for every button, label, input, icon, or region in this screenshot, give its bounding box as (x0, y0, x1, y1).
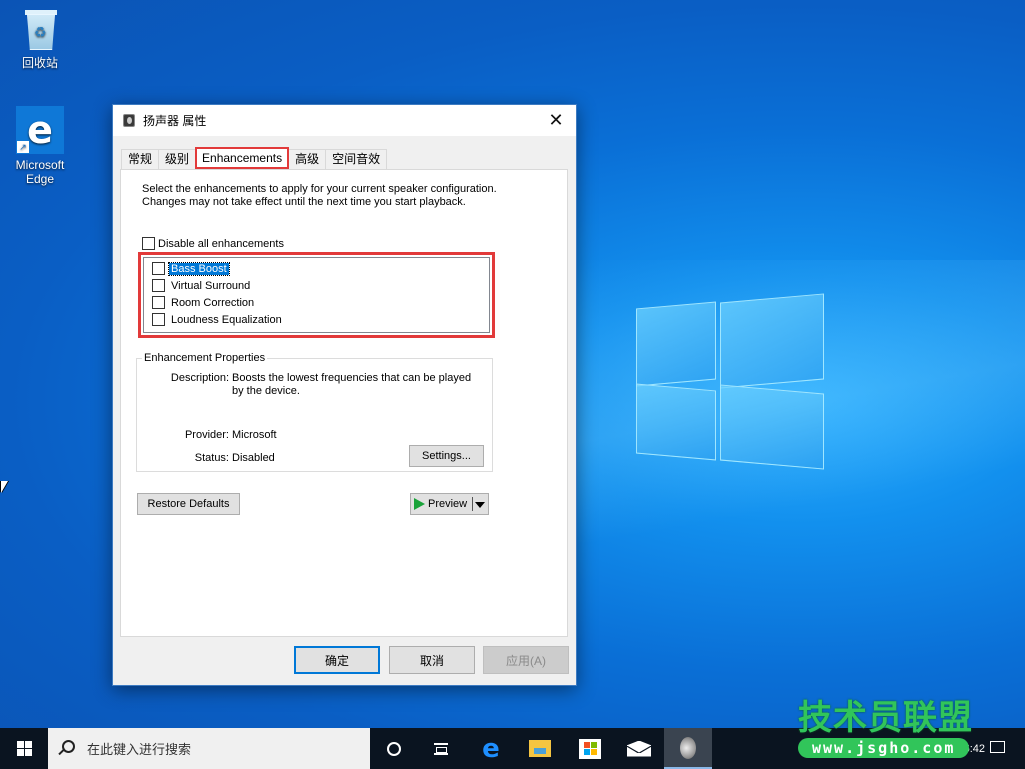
tab-advanced[interactable]: 高级 (288, 149, 327, 169)
mail-icon (627, 740, 651, 757)
disable-all-label: Disable all enhancements (158, 237, 284, 250)
status-label: Status: (194, 452, 229, 464)
speaker-properties-taskbar-button[interactable] (664, 728, 712, 769)
list-item-label: Bass Boost (168, 261, 230, 276)
provider-row: Provider: Microsoft (137, 429, 477, 442)
speaker-icon (123, 114, 135, 127)
task-view-icon (434, 742, 448, 755)
description-value: Boosts the lowest frequencies that can b… (232, 372, 472, 397)
list-item-bass-boost[interactable]: Bass Boost (152, 261, 230, 276)
mouse-cursor-icon (1, 481, 8, 493)
logo-pane (720, 384, 824, 470)
logo-pane (636, 301, 716, 387)
dialog-title: 扬声器 属性 (143, 114, 207, 128)
disable-all-checkbox[interactable] (142, 237, 155, 250)
taskbar-edge-button[interactable]: e (467, 728, 515, 769)
logo-pane (636, 383, 716, 461)
search-icon (62, 740, 75, 753)
settings-button[interactable]: Settings... (409, 445, 484, 467)
desktop-icon-edge[interactable]: e ↗ Microsoft Edge (5, 106, 75, 186)
store-icon (579, 738, 601, 759)
watermark-url: www.jsgho.com (798, 738, 970, 758)
provider-label: Provider: (184, 429, 229, 441)
enhancements-list[interactable]: Bass Boost Virtual Surround Room Correct… (143, 257, 490, 333)
cortana-button[interactable] (370, 728, 418, 769)
desktop-icon-recycle-bin[interactable]: ♻ 回收站 (5, 8, 75, 71)
preview-label: Preview (428, 498, 468, 510)
list-item-label: Loudness Equalization (171, 313, 282, 326)
provider-value: Microsoft (232, 429, 277, 441)
apply-button: 应用(A) (483, 646, 569, 674)
desktop-icon-label: 回收站 (21, 56, 58, 70)
task-view-button[interactable] (417, 728, 465, 769)
enhancements-highlight-box: Bass Boost Virtual Surround Room Correct… (138, 252, 495, 338)
close-button[interactable]: ✕ (536, 105, 576, 136)
room-correction-checkbox[interactable] (152, 296, 165, 309)
group-title: Enhancement Properties (142, 352, 268, 364)
folder-icon (529, 740, 551, 757)
intro-text: Select the enhancements to apply for you… (142, 183, 497, 208)
file-explorer-button[interactable] (516, 728, 564, 769)
enhancements-pane: Select the enhancements to apply for you… (120, 169, 568, 637)
disable-all-row[interactable]: Disable all enhancements (142, 237, 284, 250)
start-button[interactable] (0, 728, 48, 769)
description-row: Description: Boosts the lowest frequenci… (137, 372, 477, 398)
watermark-title: 技术员联盟 (798, 699, 973, 737)
search-box[interactable]: 在此键入进行搜索 (48, 728, 370, 769)
ok-button[interactable]: 确定 (294, 646, 380, 674)
dropdown-arrow-icon[interactable] (475, 502, 485, 508)
split-divider (472, 497, 473, 511)
enhancement-properties-group: Enhancement Properties Description: Boos… (136, 352, 493, 472)
cancel-button[interactable]: 取消 (389, 646, 475, 674)
shortcut-arrow-icon: ↗ (17, 141, 29, 153)
desktop-icon-label: Microsoft Edge (15, 158, 65, 186)
list-item-room-correction[interactable]: Room Correction (152, 295, 256, 310)
mail-button[interactable] (615, 728, 663, 769)
virtual-surround-checkbox[interactable] (152, 279, 165, 292)
search-placeholder: 在此键入进行搜索 (87, 742, 192, 757)
recycle-bin-icon: ♻ (23, 8, 57, 50)
action-center-icon[interactable] (990, 741, 1005, 753)
watermark: 技术员联盟 www.jsgho.com (798, 700, 988, 758)
bass-boost-checkbox[interactable] (152, 262, 165, 275)
tab-levels[interactable]: 级别 (158, 149, 197, 169)
list-item-virtual-surround[interactable]: Virtual Surround (152, 278, 252, 293)
edge-icon: e (482, 733, 500, 764)
list-item-label: Room Correction (171, 296, 255, 309)
tab-strip: 常规 级别 Enhancements 高级 空间音效 (121, 147, 388, 169)
description-label: Description: (170, 372, 229, 384)
logo-pane (720, 293, 824, 389)
tab-enhancements[interactable]: Enhancements (195, 147, 290, 169)
restore-defaults-button[interactable]: Restore Defaults (137, 493, 240, 515)
windows-logo-wallpaper (636, 290, 824, 470)
speaker-icon (680, 736, 696, 759)
speaker-properties-dialog: 扬声器 属性 ✕ 常规 级别 Enhancements 高级 空间音效 Sele… (112, 104, 577, 686)
edge-icon: e ↗ (16, 106, 64, 154)
title-bar[interactable]: 扬声器 属性 ✕ (113, 105, 576, 136)
list-item-loudness-equalization[interactable]: Loudness Equalization (152, 312, 284, 327)
list-item-label: Virtual Surround (171, 279, 251, 292)
preview-button[interactable]: Preview (410, 493, 489, 515)
tab-general[interactable]: 常规 (121, 149, 160, 169)
tab-spatial-sound[interactable]: 空间音效 (325, 149, 388, 169)
store-button[interactable] (566, 728, 614, 769)
cortana-icon (387, 741, 401, 756)
windows-logo-icon (16, 741, 32, 756)
loudness-equalization-checkbox[interactable] (152, 313, 165, 326)
play-icon (414, 498, 425, 510)
